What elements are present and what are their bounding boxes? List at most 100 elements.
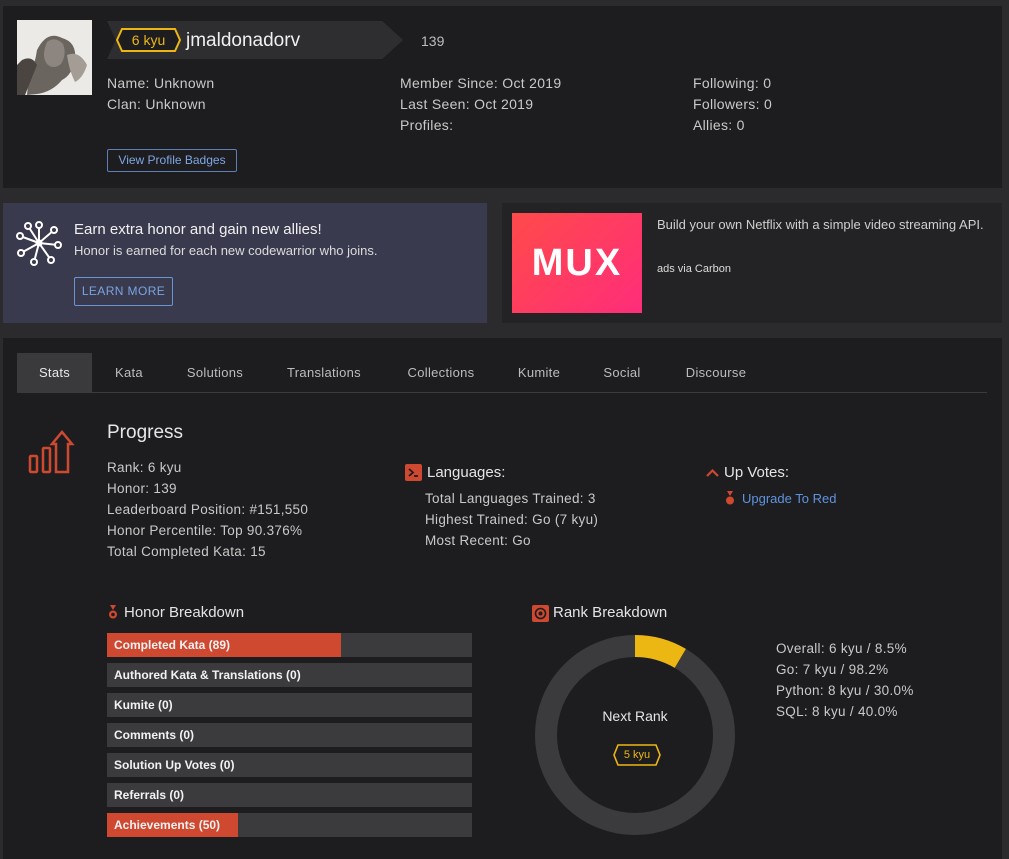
progress-list: Rank: 6 kyu Honor: 139 Leaderboard Posit… bbox=[107, 457, 308, 562]
tab-kumite[interactable]: Kumite bbox=[509, 353, 569, 393]
info-label: Profiles: bbox=[400, 117, 454, 133]
info-row-followers[interactable]: Followers: 0 bbox=[693, 94, 772, 115]
avatar-image bbox=[17, 20, 92, 95]
ad-logo-text: MUX bbox=[531, 242, 623, 284]
promo-title: Earn extra honor and gain new allies! bbox=[74, 221, 322, 238]
stat-value: 15 bbox=[250, 544, 266, 559]
tab-kata[interactable]: Kata bbox=[99, 353, 159, 393]
view-profile-badges-button[interactable]: View Profile Badges bbox=[107, 149, 237, 172]
honor-bar: Comments (0) bbox=[107, 723, 472, 747]
terminal-icon bbox=[405, 464, 422, 481]
network-icon bbox=[16, 220, 62, 266]
ad-via-link[interactable]: ads via Carbon bbox=[657, 263, 731, 275]
progress-chart-icon bbox=[28, 428, 80, 476]
stat-label: Total Completed Kata: bbox=[107, 544, 247, 559]
info-label: Clan: bbox=[107, 96, 142, 112]
stat-label: SQL: bbox=[776, 704, 808, 719]
upvotes-title: Up Votes: bbox=[724, 464, 790, 481]
donut-track bbox=[535, 635, 735, 835]
tab-collections[interactable]: Collections bbox=[397, 353, 485, 393]
honor-bar-label: Comments (0) bbox=[114, 728, 195, 742]
info-row-name: Name: Unknown bbox=[107, 73, 214, 94]
chevron-up-icon bbox=[704, 465, 721, 482]
rank-breakdown-title: Rank Breakdown bbox=[553, 604, 668, 621]
tab-translations[interactable]: Translations bbox=[279, 353, 369, 393]
stat-value: 3 bbox=[587, 491, 596, 506]
tab-stats[interactable]: Stats bbox=[17, 353, 92, 393]
stat-label: Python: bbox=[776, 683, 824, 698]
tab-discourse[interactable]: Discourse bbox=[675, 353, 757, 393]
honor-bar: Achievements (50) bbox=[107, 813, 472, 837]
language-row: Most Recent: Go bbox=[425, 530, 598, 551]
progress-row: Honor: 139 bbox=[107, 478, 308, 499]
tab-solutions[interactable]: Solutions bbox=[177, 353, 253, 393]
honor-bar-label: Achievements (50) bbox=[114, 818, 221, 832]
honor-bar-label: Kumite (0) bbox=[114, 698, 173, 712]
medal-icon bbox=[724, 491, 736, 506]
stat-label: Highest Trained: bbox=[425, 512, 529, 527]
honor-bar: Authored Kata & Translations (0) bbox=[107, 663, 472, 687]
info-row-last-seen: Last Seen: Oct 2019 bbox=[400, 94, 561, 115]
avatar[interactable] bbox=[17, 20, 92, 95]
language-row: Total Languages Trained: 3 bbox=[425, 488, 598, 509]
username: jmaldonadorv bbox=[186, 30, 301, 51]
progress-title: Progress bbox=[107, 422, 184, 443]
stat-value: 8 kyu / 30.0% bbox=[827, 683, 914, 698]
upgrade-to-red-link[interactable]: Upgrade To Red bbox=[742, 491, 836, 506]
languages-list: Total Languages Trained: 3 Highest Train… bbox=[425, 488, 598, 551]
stat-label: Honor: bbox=[107, 481, 150, 496]
info-label: Member Since: bbox=[400, 75, 499, 91]
honor-bar-label: Referrals (0) bbox=[114, 788, 185, 802]
stat-value: Top 90.376% bbox=[220, 523, 303, 538]
tab-bar: Stats Kata Solutions Translations Collec… bbox=[17, 353, 987, 393]
info-row-following[interactable]: Following: 0 bbox=[693, 73, 772, 94]
stat-label: Most Recent: bbox=[425, 533, 509, 548]
next-rank-text: 5 kyu bbox=[623, 749, 651, 761]
honor-breakdown-title: Honor Breakdown bbox=[124, 604, 245, 621]
tab-social[interactable]: Social bbox=[595, 353, 649, 393]
honor-bar: Solution Up Votes (0) bbox=[107, 753, 472, 777]
stat-value: 6 kyu / 8.5% bbox=[828, 641, 907, 656]
info-label: Name: bbox=[107, 75, 150, 91]
ad-text[interactable]: Build your own Netflix with a simple vid… bbox=[657, 215, 992, 235]
info-label: Following: bbox=[693, 75, 760, 91]
rank-row: Python: 8 kyu / 30.0% bbox=[776, 680, 914, 701]
stat-value: Go bbox=[512, 533, 531, 548]
progress-row: Rank: 6 kyu bbox=[107, 457, 308, 478]
rank-row: Overall: 6 kyu / 8.5% bbox=[776, 638, 914, 659]
stat-value: 139 bbox=[153, 481, 177, 496]
stat-value: 6 kyu bbox=[147, 460, 182, 475]
stat-label: Leaderboard Position: bbox=[107, 502, 246, 517]
info-row-profiles: Profiles: bbox=[400, 115, 561, 136]
rank-row: Go: 7 kyu / 98.2% bbox=[776, 659, 914, 680]
referral-promo: Earn extra honor and gain new allies! Ho… bbox=[3, 203, 487, 323]
info-value: 0 bbox=[763, 75, 772, 91]
stat-label: Go: bbox=[776, 662, 799, 677]
rank-progress-donut bbox=[535, 635, 735, 835]
ad-image[interactable]: MUX bbox=[512, 213, 642, 313]
stat-label: Total Languages Trained: bbox=[425, 491, 584, 506]
next-rank-label: Next Rank bbox=[602, 708, 668, 724]
learn-more-button[interactable]: LEARN MORE bbox=[74, 277, 173, 306]
info-row-allies[interactable]: Allies: 0 bbox=[693, 115, 772, 136]
stat-value: Go (7 kyu) bbox=[532, 512, 599, 527]
info-value: Unknown bbox=[153, 75, 215, 91]
stat-value: 8 kyu / 40.0% bbox=[812, 704, 898, 719]
rank-text: 6 kyu bbox=[131, 32, 166, 48]
promo-subtitle: Honor is earned for each new codewarrior… bbox=[74, 243, 378, 258]
profile-info-col3: Following: 0 Followers: 0 Allies: 0 bbox=[693, 73, 772, 136]
info-value: Oct 2019 bbox=[502, 75, 562, 91]
target-icon bbox=[532, 605, 549, 622]
stat-label: Rank: bbox=[107, 460, 144, 475]
stats-panel: Stats Kata Solutions Translations Collec… bbox=[3, 338, 1002, 859]
honor-bar-label: Completed Kata (89) bbox=[114, 638, 231, 652]
info-label: Allies: bbox=[693, 117, 733, 133]
profile-header: 6 kyu jmaldonadorv 139 Name: Unknown Cla… bbox=[3, 6, 1002, 188]
honor-bar: Kumite (0) bbox=[107, 693, 472, 717]
honor-count: 139 bbox=[421, 33, 445, 49]
info-value: 0 bbox=[736, 117, 745, 133]
progress-row: Total Completed Kata: 15 bbox=[107, 541, 308, 562]
rank-row: SQL: 8 kyu / 40.0% bbox=[776, 701, 914, 722]
progress-row: Honor Percentile: Top 90.376% bbox=[107, 520, 308, 541]
carbon-ad: MUX Build your own Netflix with a simple… bbox=[502, 203, 1002, 323]
